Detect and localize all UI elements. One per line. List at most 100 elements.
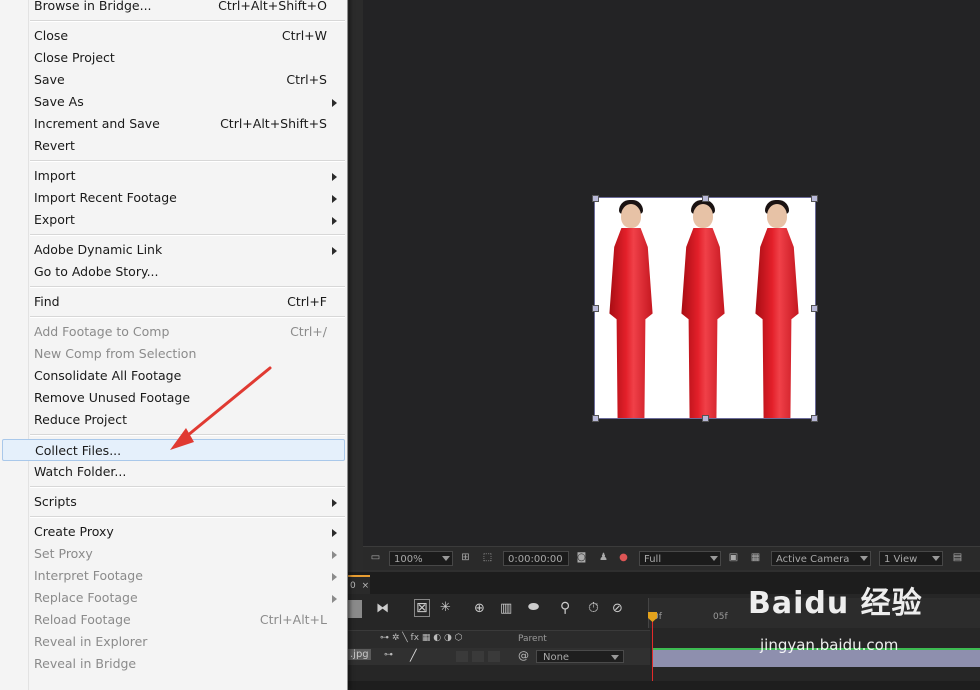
menu-item-watch-folder[interactable]: Watch Folder... [2,461,345,483]
submenu-arrow-icon [332,195,337,203]
menu-item-adobe-dynamic-link[interactable]: Adobe Dynamic Link [2,239,345,261]
zoom-dropdown[interactable]: 100% [389,551,453,566]
toggle-pixel-aspect-icon[interactable]: ▤ [951,552,964,564]
layer-name[interactable]: .jpg [348,649,371,660]
menu-item-label: Find [34,294,60,309]
zoom-value: 100% [394,554,423,565]
menu-item-revert[interactable]: Revert [2,135,345,157]
transform-handle[interactable] [592,305,599,312]
menu-item-close[interactable]: Close Ctrl+W [2,25,345,47]
submenu-arrow-icon [332,595,337,603]
frame-blending-icon[interactable]: ⊕ [474,601,485,616]
menu-item-browse-in-bridge[interactable]: Browse in Bridge... Ctrl+Alt+Shift+O [2,0,345,17]
menu-item-label: Interpret Footage [34,568,143,583]
shy-switch-icon[interactable]: ⊶ [384,650,393,660]
footage-image[interactable] [595,198,815,418]
always-preview-icon[interactable]: ▭ [369,552,382,564]
mask-visibility-icon[interactable]: ⬚ [481,552,494,564]
figure-center [671,198,735,418]
figure-right [745,198,809,418]
comp-mini-flowchart-icon[interactable]: ⧓ [376,601,389,616]
watermark-url: jingyan.baidu.com [760,636,899,654]
camera-value: Active Camera [776,554,850,565]
timecode-value: 0:00:00:00 [508,554,563,565]
menu-separator [30,160,345,162]
switches-icons: ⊶ ✲ ╲ fx ▦ ◐ ◑ ⬡ [380,633,463,643]
3d-layer-switch[interactable] [488,651,500,662]
title-safe-icon[interactable]: ⊞ [459,552,472,564]
timeline-tab[interactable]: 0 × [348,575,370,594]
draft-3d-icon[interactable]: ⊠ [414,599,430,617]
timer-icon[interactable]: ⏱ [588,600,599,616]
layer-row[interactable]: .jpg ⊶ ╱ @ None [348,648,650,665]
brainstorm-icon[interactable]: ⬬ [528,600,539,615]
parent-dropdown[interactable]: None [536,650,624,663]
transform-handle[interactable] [702,195,709,202]
resolution-dropdown[interactable]: Full [639,551,721,566]
close-icon[interactable]: × [362,581,370,591]
figure-left [599,198,663,418]
submenu-arrow-icon [332,551,337,559]
pick-whip-icon[interactable]: @ [518,649,529,662]
search-field-edge[interactable] [348,600,362,618]
menu-item-shortcut: Ctrl+S [286,72,327,87]
region-of-interest-icon[interactable]: ▣ [727,552,740,564]
effect-switch[interactable] [456,651,468,662]
menu-separator [30,286,345,288]
camera-dropdown[interactable]: Active Camera [771,551,871,566]
menu-item-label: Watch Folder... [34,464,127,479]
menu-item-save[interactable]: Save Ctrl+S [2,69,345,91]
menu-item-interpret-footage: Interpret Footage [2,565,345,587]
menu-item-import[interactable]: Import [2,165,345,187]
motion-blur-switch[interactable] [472,651,484,662]
menu-item-remove-unused-footage[interactable]: Remove Unused Footage [2,387,345,409]
transform-handle[interactable] [592,415,599,422]
menu-item-reload-footage: Reload Footage Ctrl+Alt+L [2,609,345,631]
parent-column-header: Parent [518,634,547,644]
menu-item-label: Save As [34,94,84,109]
transform-handle[interactable] [592,195,599,202]
menu-item-consolidate-all-footage[interactable]: Consolidate All Footage [2,365,345,387]
menu-item-save-as[interactable]: Save As [2,91,345,113]
view-layout-dropdown[interactable]: 1 View [879,551,943,566]
transform-handle[interactable] [702,415,709,422]
menu-item-shortcut: Ctrl+Alt+Shift+O [218,0,327,13]
menu-item-import-recent-footage[interactable]: Import Recent Footage [2,187,345,209]
auto-keyframe-icon[interactable]: ⚲ [560,600,570,616]
menu-item-scripts[interactable]: Scripts [2,491,345,513]
menu-item-increment-and-save[interactable]: Increment and Save Ctrl+Alt+Shift+S [2,113,345,135]
menu-item-shortcut: Ctrl+F [287,294,327,309]
resolution-value: Full [644,554,662,565]
shy-layers-icon[interactable]: ✳ [440,600,451,615]
show-snapshot-icon[interactable]: ♟ [597,552,610,564]
menu-item-collect-files[interactable]: Collect Files... [2,439,345,461]
channels-icon[interactable]: ● [617,552,630,564]
transform-handle[interactable] [811,195,818,202]
menu-item-shortcut: Ctrl+Alt+L [259,612,327,627]
snapshot-camera-icon[interactable]: ◙ [575,552,588,564]
menu-item-label: Add Footage to Comp [34,324,170,339]
menu-item-create-proxy[interactable]: Create Proxy [2,521,345,543]
submenu-arrow-icon [332,173,337,181]
current-time-indicator-line[interactable] [652,612,653,681]
menu-item-export[interactable]: Export [2,209,345,231]
menu-item-reduce-project[interactable]: Reduce Project [2,409,345,431]
views-value: 1 View [884,554,918,565]
transform-handle[interactable] [811,415,818,422]
menu-item-label: Create Proxy [34,524,114,539]
menu-item-label: Collect Files... [35,443,122,458]
timecode-field[interactable]: 0:00:00:00 [503,551,569,566]
submenu-arrow-icon [332,529,337,537]
menu-item-replace-footage: Replace Footage [2,587,345,609]
menu-item-close-project[interactable]: Close Project [2,47,345,69]
quality-switch-icon[interactable]: ╱ [410,649,417,662]
menu-item-set-proxy: Set Proxy [2,543,345,565]
menu-item-find[interactable]: Find Ctrl+F [2,291,345,313]
menu-item-go-to-adobe-story[interactable]: Go to Adobe Story... [2,261,345,283]
graph-editor-icon[interactable]: ⊘ [612,601,623,616]
motion-blur-icon[interactable]: ▥ [500,601,512,616]
submenu-arrow-icon [332,99,337,107]
transform-handle[interactable] [811,305,818,312]
panel-divider[interactable] [348,0,364,570]
transparency-grid-icon[interactable]: ▦ [749,552,762,564]
